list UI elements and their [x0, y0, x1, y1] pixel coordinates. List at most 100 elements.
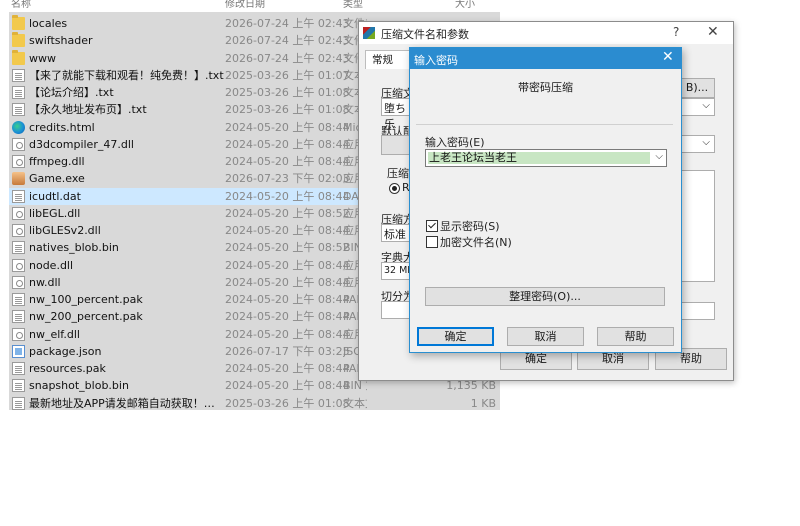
- profile-dropdown[interactable]: ⌵: [681, 135, 715, 153]
- password-ok-button[interactable]: 确定: [417, 327, 494, 346]
- archive-format-label: 压缩: [387, 167, 409, 180]
- enter-password-dialog: 输入密码 ✕ 带密码压缩 输入密码(E) 上老王论坛当老王 ⌵ 显示密码(S) …: [409, 47, 682, 353]
- data-file-icon: [12, 241, 25, 255]
- file-name: 【论坛介绍】.txt: [29, 86, 114, 99]
- file-name: 最新地址及APP请发邮箱自动获取！！！....: [29, 396, 225, 410]
- file-name: libEGL.dll: [29, 206, 81, 220]
- file-date: 2024-05-20 上午 08:44: [225, 189, 350, 203]
- password-cancel-button[interactable]: 取消: [507, 327, 584, 346]
- show-password-checkbox[interactable]: [426, 220, 438, 232]
- password-label: 输入密码(E): [425, 136, 485, 149]
- text-file-icon: [12, 86, 25, 99]
- update-mode-dropdown[interactable]: ⌵: [681, 98, 715, 116]
- file-name: nw.dll: [29, 275, 61, 289]
- close-icon[interactable]: ✕: [662, 49, 674, 65]
- file-name: 【来了就能下载和观看！纯免费！】.txt: [29, 68, 224, 82]
- file-date: 2025-03-26 上午 01:08: [225, 396, 350, 410]
- dll-file-icon: [12, 206, 25, 220]
- file-name: d3dcompiler_47.dll: [29, 137, 134, 151]
- data-file-icon: [12, 189, 25, 203]
- file-date: 2024-05-20 上午 08:44: [225, 137, 350, 151]
- file-name: nw_100_percent.pak: [29, 293, 143, 306]
- file-name: 【永久地址发布页】.txt: [29, 103, 147, 117]
- file-date: 2024-05-20 上午 08:44: [225, 362, 350, 375]
- file-name: credits.html: [29, 120, 95, 134]
- file-name: swiftshader: [29, 34, 93, 48]
- dll-file-icon: [12, 258, 25, 272]
- file-size: 1 KB: [470, 396, 496, 410]
- file-name: ffmpeg.dll: [29, 155, 85, 168]
- dll-file-icon: [12, 224, 25, 237]
- dll-file-icon: [12, 137, 25, 151]
- chevron-down-icon: ⌵: [702, 100, 710, 111]
- text-file-icon: [12, 103, 25, 117]
- file-date: 2024-05-20 上午 08:44: [225, 327, 350, 341]
- set-password-button-area[interactable]: [681, 302, 715, 320]
- file-name: icudtl.dat: [29, 189, 81, 203]
- text-file-icon: [12, 396, 25, 410]
- folder-icon: [12, 32, 25, 48]
- dll-file-icon: [12, 155, 25, 168]
- password-dialog-titlebar[interactable]: 输入密码 ✕: [410, 48, 681, 69]
- archive-dialog-title: 压缩文件名和参数: [381, 28, 469, 41]
- file-date: 2024-05-20 上午 08:44: [225, 120, 350, 134]
- file-name: locales: [29, 17, 68, 30]
- show-password-label[interactable]: 显示密码(S): [440, 218, 500, 234]
- file-date: 2024-05-20 上午 08:44: [225, 258, 350, 272]
- encrypt-filenames-checkbox[interactable]: [426, 236, 438, 248]
- file-date: 2025-03-26 上午 01:07: [225, 68, 350, 82]
- separator: [416, 124, 673, 125]
- file-date: 2026-07-24 上午 02:43: [225, 17, 350, 30]
- file-date: 2026-07-24 上午 02:43: [225, 51, 350, 65]
- file-name: snapshot_blob.bin: [29, 379, 129, 393]
- file-name: Game.exe: [29, 172, 85, 186]
- folder-icon: [12, 49, 25, 65]
- file-type: 文本文档: [343, 396, 367, 410]
- file-date: 2024-05-20 上午 08:44: [225, 293, 350, 306]
- column-header-size[interactable]: 大小: [455, 0, 475, 10]
- format-rar-radio[interactable]: [389, 183, 400, 194]
- text-file-icon: [12, 68, 25, 82]
- encrypt-filenames-label[interactable]: 加密文件名(N): [440, 234, 512, 250]
- file-date: 2024-05-20 上午 08:44: [225, 224, 350, 237]
- organize-passwords-button[interactable]: 整理密码(O)...: [425, 287, 665, 306]
- column-header-name[interactable]: 名称: [11, 0, 31, 10]
- dll-file-icon: [12, 327, 25, 341]
- file-name: node.dll: [29, 258, 74, 272]
- file-name: package.json: [29, 344, 102, 358]
- browse-button[interactable]: B)...: [679, 78, 715, 98]
- file-date: 2026-07-17 下午 03:25: [225, 344, 350, 358]
- password-dialog-heading: 带密码压缩: [518, 81, 573, 94]
- file-date: 2025-03-26 上午 01:08: [225, 86, 350, 99]
- chevron-down-icon: ⌵: [702, 137, 710, 148]
- file-date: 2024-05-20 上午 08:44: [225, 310, 350, 324]
- password-input[interactable]: 上老王论坛当老王 ⌵: [425, 149, 667, 167]
- folder-icon: [12, 15, 25, 30]
- data-file-icon: [12, 379, 25, 393]
- password-help-button[interactable]: 帮助: [597, 327, 674, 346]
- column-header-type[interactable]: 类型: [343, 0, 363, 10]
- file-name: libGLESv2.dll: [29, 224, 101, 237]
- file-date: 2024-05-20 上午 08:44: [225, 155, 350, 168]
- exe-file-icon: [12, 172, 25, 186]
- data-file-icon: [12, 310, 25, 324]
- close-icon[interactable]: ✕: [707, 24, 719, 40]
- winrar-app-icon: [363, 27, 375, 39]
- file-date: 2024-05-20 上午 08:52: [225, 241, 350, 255]
- file-name: resources.pak: [29, 362, 106, 375]
- archive-options-panel: [681, 170, 715, 282]
- column-header-date[interactable]: 修改日期: [225, 0, 265, 10]
- password-value: 上老王论坛当老王: [429, 151, 517, 164]
- tab-general[interactable]: 常规: [365, 50, 415, 69]
- json-file-icon: [12, 344, 25, 358]
- archive-dialog-titlebar[interactable]: 压缩文件名和参数 ? ✕: [359, 22, 733, 44]
- file-list-header: 名称 修改日期 类型 大小: [9, 0, 500, 12]
- edge-html-icon: [12, 120, 25, 134]
- help-icon[interactable]: ?: [673, 25, 679, 39]
- file-name: nw_elf.dll: [29, 327, 80, 341]
- file-date: 2024-05-20 上午 08:44: [225, 275, 350, 289]
- chevron-down-icon[interactable]: ⌵: [655, 151, 663, 162]
- file-row[interactable]: 最新地址及APP请发邮箱自动获取！！！.... 2025-03-26 上午 01:…: [9, 395, 500, 411]
- file-date: 2026-07-23 下午 02:03: [225, 172, 350, 186]
- file-date: 2024-05-20 上午 08:52: [225, 206, 350, 220]
